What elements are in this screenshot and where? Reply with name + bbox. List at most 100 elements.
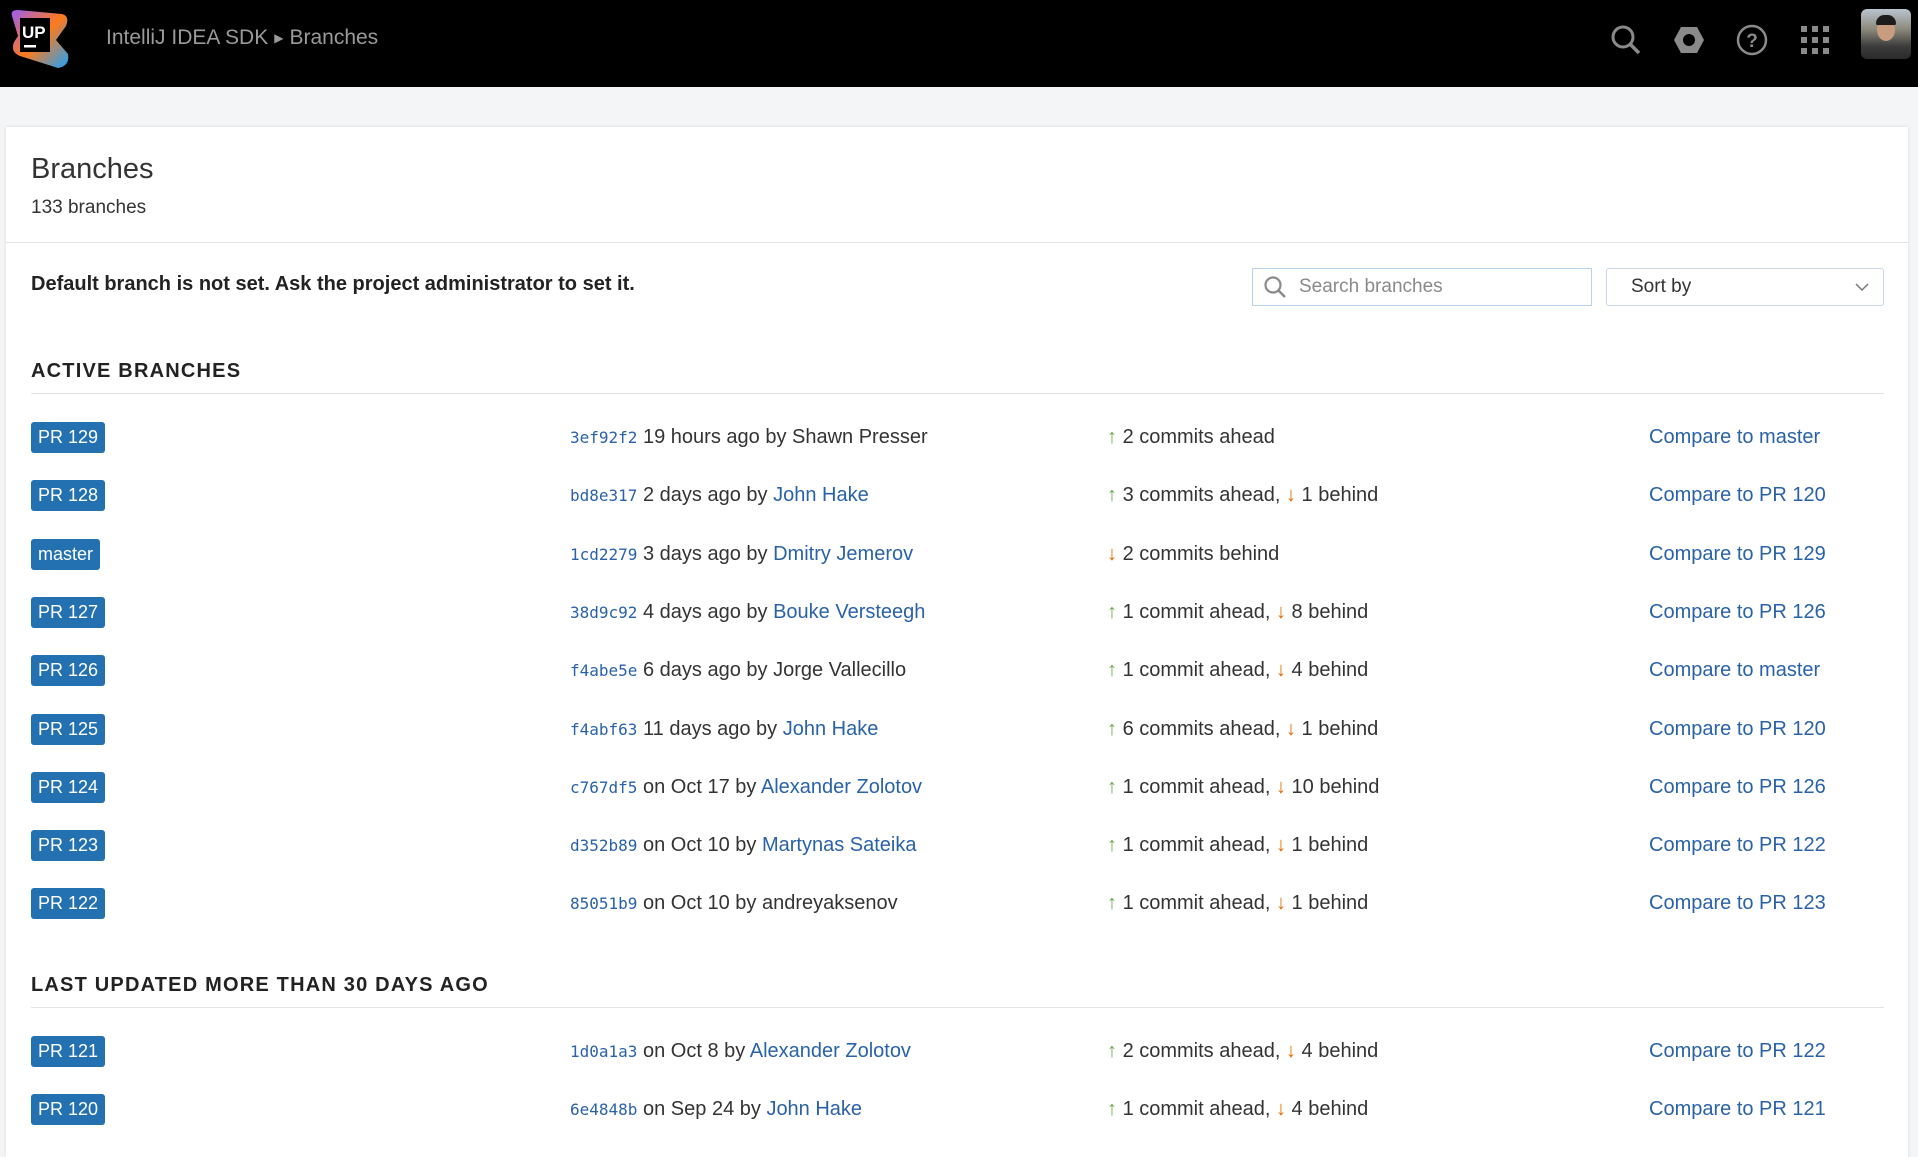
compare-link[interactable]: Compare to PR 126 [1649,776,1826,799]
commit-time: on Oct 10 by [643,834,757,857]
commits-ahead: 1 commit ahead, [1122,775,1271,798]
commit-author[interactable]: Dmitry Jemerov [773,543,913,565]
search-box[interactable] [1252,268,1592,306]
commits-behind: 1 behind [1291,892,1369,915]
sort-dropdown[interactable]: Sort by [1606,268,1884,306]
branch-badge[interactable]: PR 129 [31,422,106,453]
commit-author: Jorge Vallecillo [773,659,907,682]
compare-link[interactable]: Compare to PR 120 [1649,484,1826,507]
user-avatar[interactable] [1861,9,1911,59]
branch-badge[interactable]: PR 126 [31,655,106,687]
commits-behind: 8 behind [1291,600,1369,623]
branch-badge[interactable]: PR 128 [31,480,106,512]
branch-badge[interactable]: PR 125 [31,713,106,745]
upsource-logo[interactable]: UP [6,6,70,70]
branch-row: PR 128 bd8e317 2 days ago by John Hake ↑ 3… [6,480,1908,512]
commit-author: andreyaksenov [761,892,898,915]
branch-badge[interactable]: PR 121 [31,1036,106,1067]
compare-link[interactable]: Compare to PR 129 [1649,543,1826,566]
commit-info: 1cd2279 3 days ago by Dmitry Jemerov [570,543,913,566]
branch-row: PR 123 d352b89 on Oct 10 by Martynas Sate… [6,830,1908,862]
commit-hash-link[interactable]: f4abe5e [570,661,637,680]
commit-info: 85051b9 on Oct 10 by andreyaksenov [570,892,898,915]
arrow-down-icon: ↓ [1285,1040,1296,1062]
arrow-up-icon: ↑ [1107,717,1117,740]
commits-ahead: 2 commits ahead [1122,426,1275,448]
compare-link[interactable]: Compare to PR 122 [1649,834,1826,857]
commit-hash-link[interactable]: 3ef92f2 [570,428,637,447]
ahead-behind-status: ↑ 1 commit ahead, ↓ 1 behind [1107,892,1368,915]
branch-badge[interactable]: PR 127 [31,596,106,628]
branch-badge[interactable]: PR 123 [31,830,106,862]
commit-hash-link[interactable]: f4abf63 [570,720,637,739]
commit-author[interactable]: John Hake [773,484,869,506]
search-icon[interactable] [1608,22,1644,58]
branch-badge[interactable]: PR 122 [31,888,106,920]
compare-link[interactable]: Compare to PR 123 [1649,892,1826,915]
commit-hash-link[interactable]: 38d9c92 [570,603,637,622]
arrow-down-icon: ↓ [1275,892,1286,915]
apps-grid-icon[interactable] [1797,22,1833,58]
arrow-down-icon: ↓ [1275,775,1286,798]
branch-row: PR 126 f4abe5e 6 days ago by Jorge Vallec… [6,655,1908,687]
branch-row: PR 129 3ef92f2 19 hours ago by Shawn Pres… [6,422,1908,454]
commits-behind: 4 behind [1291,1098,1369,1121]
commit-hash-link[interactable]: 85051b9 [570,894,637,913]
commit-hash-link[interactable]: bd8e317 [570,486,637,505]
arrow-up-icon: ↑ [1107,892,1117,915]
ahead-behind-status: ↑ 1 commit ahead, ↓ 1 behind [1107,834,1368,857]
compare-link[interactable]: Compare to master [1649,659,1820,682]
arrow-down-icon: ↓ [1275,1098,1286,1121]
branch-row: master 1cd2279 3 days ago by Dmitry Jemer… [6,538,1908,571]
commit-author[interactable]: Alexander Zolotov [761,776,922,798]
commit-hash-link[interactable]: 6e4848b [570,1100,637,1119]
arrow-down-icon: ↓ [1275,834,1286,857]
commit-author[interactable]: John Hake [766,1098,862,1120]
commit-hash-link[interactable]: 1d0a1a3 [570,1042,637,1061]
help-icon[interactable]: ? [1734,22,1770,58]
commit-hash-link[interactable]: c767df5 [570,778,637,797]
breadcrumb-separator-icon: ▶ [274,31,284,45]
arrow-up-icon: ↑ [1107,775,1117,798]
section-divider [31,393,1884,394]
commit-hash-link[interactable]: 1cd2279 [570,545,637,564]
sort-label: Sort by [1631,276,1692,297]
compare-link[interactable]: Compare to PR 122 [1649,1040,1826,1063]
commits-behind: 10 behind [1291,775,1380,798]
commits-ahead: 1 commit ahead, [1122,1098,1271,1121]
commit-info: 3ef92f2 19 hours ago by Shawn Presser [570,426,928,449]
compare-link[interactable]: Compare to PR 126 [1649,601,1826,624]
branch-row: PR 120 6e4848b on Sep 24 by John Hake ↑ 1 … [6,1094,1908,1126]
commit-author[interactable]: Martynas Sateika [762,834,917,856]
commit-author[interactable]: John Hake [783,718,879,740]
commits-ahead: 1 commit ahead, [1122,600,1271,623]
commits-behind: 4 behind [1301,1040,1379,1062]
branch-badge[interactable]: PR 124 [31,771,106,803]
arrow-down-icon: ↓ [1285,717,1296,740]
breadcrumb-project[interactable]: IntelliJ IDEA SDK [106,26,268,50]
compare-link[interactable]: Compare to PR 120 [1649,718,1826,741]
ahead-behind-status: ↑ 6 commits ahead, ↓ 1 behind [1107,718,1378,741]
commit-hash-link[interactable]: d352b89 [570,836,637,855]
breadcrumb: IntelliJ IDEA SDK ▶ Branches [106,26,378,50]
commit-time: 11 days ago by [643,717,778,740]
svg-text:?: ? [1746,31,1758,52]
compare-link[interactable]: Compare to master [1649,426,1820,449]
arrow-up-icon: ↑ [1107,426,1117,448]
branch-badge[interactable]: master [31,538,101,570]
arrow-down-icon: ↓ [1275,600,1286,623]
commits-ahead: 1 commit ahead, [1122,892,1271,915]
commits-ahead: 3 commits ahead, [1122,484,1281,507]
search-branches-input[interactable] [1299,276,1569,298]
svg-text:UP: UP [22,23,46,42]
settings-icon[interactable] [1671,22,1707,58]
commit-time: 4 days ago by [643,600,768,623]
commits-ahead: 6 commits ahead, [1122,717,1281,740]
branch-badge[interactable]: PR 120 [31,1094,106,1126]
breadcrumb-current: Branches [289,26,379,49]
commit-author[interactable]: Alexander Zolotov [750,1040,911,1062]
compare-link[interactable]: Compare to PR 121 [1649,1098,1826,1121]
commit-author[interactable]: Bouke Versteegh [773,601,925,623]
section-divider [31,1007,1884,1008]
commits-ahead: 1 commit ahead, [1122,659,1271,682]
